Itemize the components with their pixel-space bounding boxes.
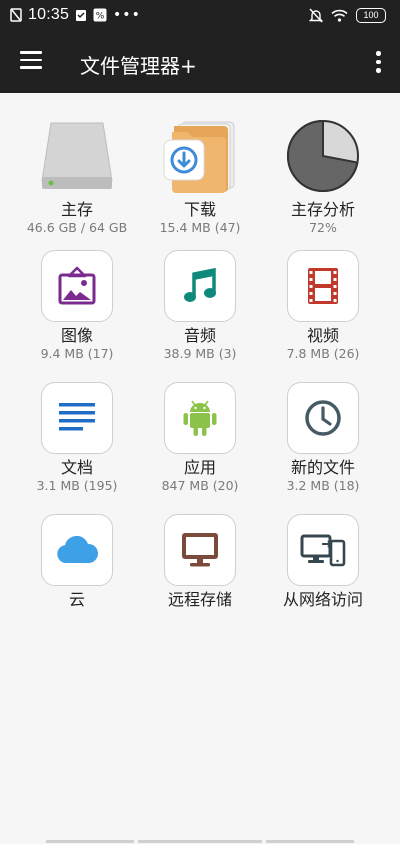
- tile-label: 主存分析: [290, 200, 355, 219]
- tile-label: 云: [68, 590, 85, 609]
- tile-recent-files[interactable]: 新的文件 3.2 MB (18): [258, 382, 388, 494]
- image-icon: [41, 250, 113, 322]
- cloud-icon: [41, 514, 113, 586]
- tile-cloud[interactable]: 云: [12, 514, 142, 610]
- tile-label: 视频: [306, 326, 339, 345]
- music-note-icon: [164, 250, 236, 322]
- wifi-icon: [331, 9, 348, 22]
- tile-sub: 46.6 GB / 64 GB: [26, 220, 128, 235]
- tile-audio[interactable]: 音频 38.9 MB (3): [135, 250, 265, 362]
- status-time: 10:35: [28, 6, 70, 23]
- mute-icon: [309, 8, 323, 23]
- tile-video[interactable]: 视频 7.8 MB (26): [258, 250, 388, 362]
- download-folder-icon: [160, 116, 240, 196]
- tile-sub: 9.4 MB (17): [40, 346, 114, 361]
- more-notifications-icon: •••: [113, 7, 141, 23]
- notification-icon: [76, 10, 87, 21]
- hard-drive-icon: [37, 116, 117, 196]
- android-icon: [164, 382, 236, 454]
- tile-apps[interactable]: 应用 847 MB (20): [135, 382, 265, 494]
- tile-sub: 847 MB (20): [161, 478, 239, 493]
- app-notification-icon: %: [93, 8, 107, 22]
- tile-sub: 72%: [309, 220, 337, 235]
- pie-chart-icon: [283, 116, 363, 196]
- tile-sub: 3.2 MB (18): [286, 478, 360, 493]
- tile-label: 音频: [183, 326, 216, 345]
- tile-sub: 38.9 MB (3): [163, 346, 237, 361]
- more-options-icon[interactable]: [374, 50, 382, 74]
- tile-remote-storage[interactable]: 远程存储: [135, 514, 265, 610]
- film-icon: [287, 250, 359, 322]
- bottom-indicator: [0, 840, 400, 844]
- tile-downloads[interactable]: 下载 15.4 MB (47): [135, 116, 265, 236]
- svg-text:%: %: [96, 12, 105, 22]
- sim-off-icon: [10, 8, 22, 22]
- tile-network-access[interactable]: 从网络访问: [258, 514, 388, 610]
- devices-transfer-icon: [287, 514, 359, 586]
- tile-storage-analysis[interactable]: 主存分析 72%: [258, 116, 388, 236]
- monitor-icon: [164, 514, 236, 586]
- tile-label: 下载: [183, 200, 216, 219]
- tile-main-storage[interactable]: 主存 46.6 GB / 64 GB: [12, 116, 142, 236]
- tile-label: 从网络访问: [282, 590, 363, 609]
- menu-icon[interactable]: [20, 51, 42, 69]
- tile-label: 应用: [183, 458, 216, 477]
- tile-sub: 15.4 MB (47): [159, 220, 241, 235]
- tile-sub: 7.8 MB (26): [286, 346, 360, 361]
- status-bar: 10:35 % ••• 100: [0, 0, 400, 32]
- tile-sub: 3.1 MB (195): [36, 478, 118, 493]
- clock-icon: [287, 382, 359, 454]
- app-bar: 文件管理器+: [0, 32, 400, 93]
- tile-label: 图像: [60, 326, 93, 345]
- tile-label: 文档: [60, 458, 93, 477]
- tile-images[interactable]: 图像 9.4 MB (17): [12, 250, 142, 362]
- tile-label: 新的文件: [290, 458, 355, 477]
- document-lines-icon: [41, 382, 113, 454]
- battery-indicator: 100: [356, 8, 386, 23]
- tile-label: 远程存储: [167, 590, 232, 609]
- tile-label: 主存: [60, 200, 93, 219]
- page-title: 文件管理器+: [80, 54, 197, 78]
- tile-documents[interactable]: 文档 3.1 MB (195): [12, 382, 142, 494]
